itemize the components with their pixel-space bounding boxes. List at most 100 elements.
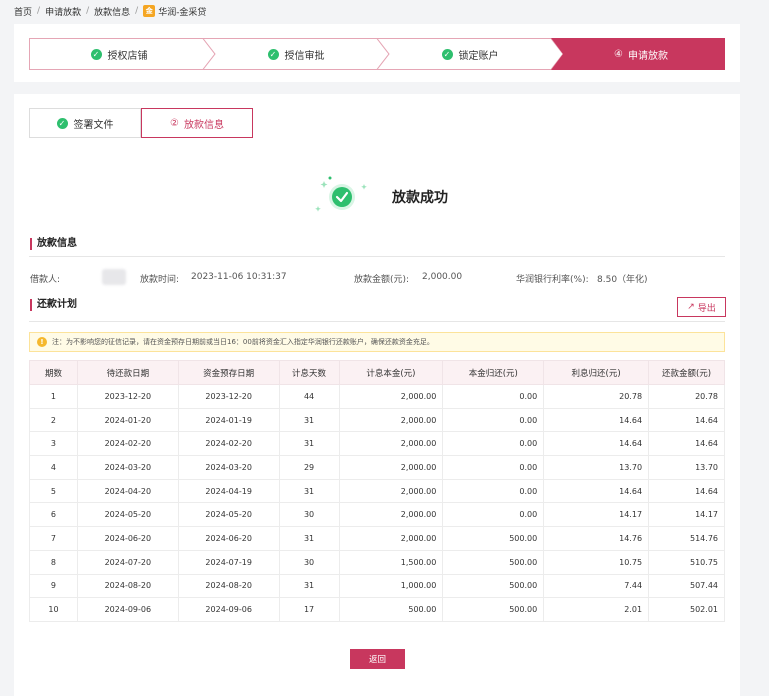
export-label: 导出 <box>697 303 716 314</box>
breadcrumb: 首页 / 申请放款 / 放款信息 / 金 华润-金采贷 <box>14 4 206 18</box>
table-cell: 6 <box>29 502 78 528</box>
table-row: 4 2024-03-20 2024-03-20 29 2,000.00 0.00 13.70… <box>29 455 725 480</box>
table-header-cell: 计息天数 <box>278 360 340 385</box>
loan-info-row: 借款人: 放款时间: 2023-11-06 10:31:37 放款金额(元): … <box>30 269 726 286</box>
section-title-repayment-plan: 还款计划 <box>30 299 77 311</box>
loan-amount-label: 放款金额(元): <box>354 275 410 285</box>
table-header-cell: 待还款日期 <box>76 360 179 385</box>
table-row: 6 2024-05-20 2024-05-20 30 2,000.00 0.00 14.17… <box>29 502 725 528</box>
tabs: ✓ 签署文件 ② 放款信息 <box>29 108 253 138</box>
step-label: 授信审批 <box>284 50 325 62</box>
table-cell: 31 <box>278 573 340 599</box>
table-cell: 2,000.00 <box>338 478 444 504</box>
repayment-table: 期数 待还款日期 资金预存日期 计息天数 计息本金(元) 本金归还(元) 利息归还(元) 还款… <box>29 360 725 622</box>
table-cell: 3 <box>29 431 78 457</box>
table-row: 9 2024-08-20 2024-08-20 31 1,000.00 500.00 7.4… <box>29 573 725 599</box>
table-cell: 14.64 <box>543 478 650 504</box>
table-cell: 14.76 <box>543 526 650 551</box>
table-row: 5 2024-04-20 2024-04-19 31 2,000.00 0.00 14.64… <box>29 478 725 504</box>
tab-label: 签署文件 <box>73 119 114 131</box>
table-cell: 20.78 <box>543 384 650 409</box>
main-card: ✓ 签署文件 ② 放款信息 放款成功 放款信息 借款人: 放款时间: 2023-… <box>14 94 740 696</box>
table-cell: 14.17 <box>543 502 650 528</box>
progress-steps: ✓ 授权店铺 ✓ 授信审批 ✓ 锁定账户 ④ 申请放款 <box>29 38 725 70</box>
breadcrumb-apply-loan[interactable]: 申请放款 <box>45 5 81 18</box>
table-cell: 30 <box>278 502 340 528</box>
brand-logo-text: 金 <box>145 6 153 15</box>
table-cell: 0.00 <box>442 384 545 409</box>
divider <box>29 321 725 322</box>
loan-time-value: 2023-11-06 10:31:37 <box>191 272 287 282</box>
table-cell: 2024-05-20 <box>76 502 179 528</box>
table-cell: 0.00 <box>442 455 545 480</box>
breadcrumb-separator: / <box>86 6 90 16</box>
breadcrumb-separator: / <box>135 6 139 16</box>
table-cell: 17 <box>278 597 340 622</box>
table-cell: 0.00 <box>442 431 545 457</box>
export-icon: ↗ <box>687 302 695 312</box>
step-lock-account[interactable]: ✓ 锁定账户 <box>383 38 557 70</box>
notice-bar: ! 注：为不影响您的征信记录，请在资金预存日期前或当日16：00前将资金汇入指定… <box>29 332 725 352</box>
section-title-loan-info: 放款信息 <box>30 238 77 250</box>
table-cell: 514.76 <box>648 526 725 551</box>
breadcrumb-current: 华润-金采贷 <box>158 7 207 18</box>
table-cell: 9 <box>29 573 78 599</box>
table-cell: 7.44 <box>543 573 650 599</box>
table-cell: 10 <box>29 597 78 622</box>
back-button[interactable]: 返回 <box>350 649 405 669</box>
table-header-cell: 本金归还(元) <box>442 360 545 385</box>
step-credit-approval[interactable]: ✓ 授信审批 <box>209 38 383 70</box>
tab-loan-info[interactable]: ② 放款信息 <box>141 108 253 138</box>
tab-label: 放款信息 <box>183 119 224 131</box>
table-cell: 5 <box>29 478 78 504</box>
table-cell: 2024-04-19 <box>177 478 280 504</box>
table-cell: 14.17 <box>648 502 725 528</box>
breadcrumb-home[interactable]: 首页 <box>14 5 32 18</box>
table-cell: 2,000.00 <box>338 526 444 551</box>
table-cell: 2024-03-20 <box>177 455 280 480</box>
tab-sign-documents[interactable]: ✓ 签署文件 <box>29 108 141 138</box>
table-cell: 2,000.00 <box>338 502 444 528</box>
step-apply-loan[interactable]: ④ 申请放款 <box>557 38 725 70</box>
tab-number: ② <box>170 117 179 129</box>
table-cell: 2,000.00 <box>338 431 444 457</box>
table-cell: 13.70 <box>648 455 725 480</box>
table-cell: 2024-08-20 <box>177 573 280 599</box>
table-cell: 2024-07-20 <box>76 549 179 575</box>
table-cell: 502.01 <box>648 597 725 622</box>
table-cell: 2023-12-20 <box>76 384 179 409</box>
table-cell: 2024-03-20 <box>76 455 179 480</box>
table-cell: 2024-02-20 <box>177 431 280 457</box>
table-header-cell: 利息归还(元) <box>543 360 650 385</box>
table-cell: 0.00 <box>442 478 545 504</box>
table-cell: 0.00 <box>442 502 545 528</box>
check-icon: ✓ <box>90 48 102 60</box>
table-cell: 500.00 <box>442 573 545 599</box>
table-header-cell: 还款金额(元) <box>648 360 725 385</box>
step-authorize-shop[interactable]: ✓ 授权店铺 <box>29 38 209 70</box>
interest-rate-label: 华润银行利率(%): <box>516 275 589 285</box>
table-cell: 14.64 <box>648 407 725 433</box>
table-cell: 2 <box>29 407 78 433</box>
table-cell: 2024-09-06 <box>177 597 280 622</box>
breadcrumb-loan-info[interactable]: 放款信息 <box>94 5 130 18</box>
table-row: 8 2024-07-20 2024-07-19 30 1,500.00 500.00 10.… <box>29 549 725 575</box>
table-cell: 2024-01-20 <box>76 407 179 433</box>
breadcrumb-separator: / <box>37 6 41 16</box>
table-cell: 31 <box>278 478 340 504</box>
success-check-icon <box>315 176 367 212</box>
table-cell: 1,500.00 <box>338 549 444 575</box>
loan-time-label: 放款时间: <box>140 275 180 285</box>
table-cell: 510.75 <box>648 549 725 575</box>
table-cell: 29 <box>278 455 340 480</box>
table-cell: 1 <box>29 384 78 409</box>
table-cell: 500.00 <box>338 597 444 622</box>
table-cell: 4 <box>29 455 78 480</box>
export-button[interactable]: ↗ 导出 <box>677 297 726 317</box>
table-cell: 2024-01-19 <box>177 407 280 433</box>
step-number: ④ <box>614 48 623 60</box>
table-row: 2 2024-01-20 2024-01-19 31 2,000.00 0.00 14.64… <box>29 407 725 433</box>
table-cell: 20.78 <box>648 384 725 409</box>
table-cell: 2024-02-20 <box>76 431 179 457</box>
table-cell: 500.00 <box>442 549 545 575</box>
